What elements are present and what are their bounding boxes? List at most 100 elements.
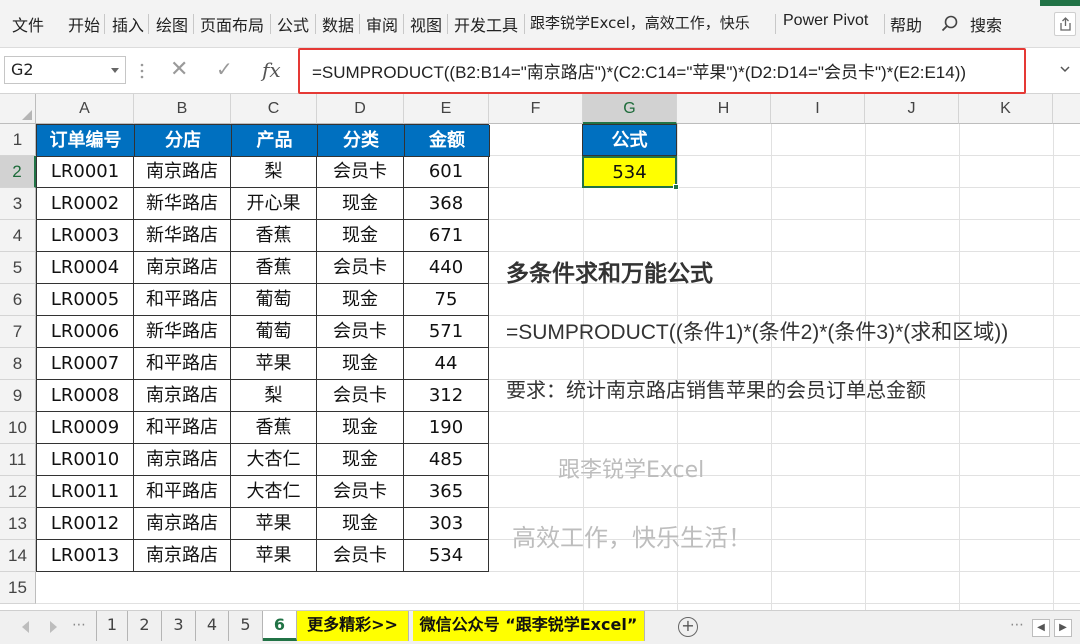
sheet-tab-2[interactable]: 2 <box>128 611 162 641</box>
formula-input[interactable]: =SUMPRODUCT((B2:B14="南京路店")*(C2:C14="苹果"… <box>312 58 966 83</box>
header-cell-order-id[interactable]: 订单编号 <box>37 125 135 157</box>
row-header-9[interactable]: 9 <box>0 380 36 412</box>
table-cell-amount[interactable]: 365 <box>404 476 489 508</box>
sheet-tab-more[interactable]: 更多精彩>> <box>297 611 409 641</box>
table-cell-amount[interactable]: 368 <box>404 188 489 220</box>
column-header-g[interactable]: G <box>583 94 677 124</box>
row-header-2[interactable]: 2 <box>0 156 36 188</box>
tab-power-pivot[interactable]: Power Pivot <box>783 12 868 30</box>
column-header-c[interactable]: C <box>231 94 317 124</box>
table-cell-order-id[interactable]: LR0005 <box>36 284 134 316</box>
tab-developer[interactable]: 开发工具 <box>454 12 518 36</box>
more-sheets-icon[interactable]: ⋯ <box>72 617 86 633</box>
column-header-d[interactable]: D <box>317 94 404 124</box>
table-cell-product[interactable]: 梨 <box>231 156 317 188</box>
table-cell-category[interactable]: 会员卡 <box>317 380 404 412</box>
table-cell-category[interactable]: 现金 <box>317 284 404 316</box>
select-all-corner[interactable] <box>0 94 36 124</box>
row-header-12[interactable]: 12 <box>0 476 36 508</box>
table-cell-order-id[interactable]: LR0007 <box>36 348 134 380</box>
table-cell-store[interactable]: 南京路店 <box>134 444 231 476</box>
worksheet-grid[interactable]: A B C D E F G H I J K 1 2 3 4 5 6 7 8 9 … <box>0 94 1080 610</box>
table-cell-amount[interactable]: 440 <box>404 252 489 284</box>
chevron-right-icon[interactable] <box>50 621 57 633</box>
table-cell-store[interactable]: 南京路店 <box>134 252 231 284</box>
table-cell-order-id[interactable]: LR0009 <box>36 412 134 444</box>
table-cell-store[interactable]: 南京路店 <box>134 156 231 188</box>
header-cell-product[interactable]: 产品 <box>232 125 318 157</box>
table-cell-store[interactable]: 和平路店 <box>134 284 231 316</box>
row-header-6[interactable]: 6 <box>0 284 36 316</box>
tab-review[interactable]: 审阅 <box>366 12 398 36</box>
table-cell-category[interactable]: 现金 <box>317 508 404 540</box>
row-header-3[interactable]: 3 <box>0 188 36 220</box>
table-cell-category[interactable]: 会员卡 <box>317 156 404 188</box>
column-header-k[interactable]: K <box>959 94 1053 124</box>
table-cell-order-id[interactable]: LR0004 <box>36 252 134 284</box>
table-cell-product[interactable]: 香蕉 <box>231 412 317 444</box>
table-cell-store[interactable]: 和平路店 <box>134 476 231 508</box>
tab-custom-addin[interactable]: 跟李锐学Excel，高效工作，快乐 <box>530 12 750 33</box>
header-cell-category[interactable]: 分类 <box>318 125 405 157</box>
table-cell-category[interactable]: 现金 <box>317 348 404 380</box>
table-cell-order-id[interactable]: LR0003 <box>36 220 134 252</box>
row-header-7[interactable]: 7 <box>0 316 36 348</box>
tab-draw[interactable]: 绘图 <box>156 12 188 36</box>
column-header-j[interactable]: J <box>865 94 959 124</box>
table-cell-amount[interactable]: 571 <box>404 316 489 348</box>
table-cell-amount[interactable]: 534 <box>404 540 489 572</box>
sheet-tab-4[interactable]: 4 <box>196 611 229 641</box>
table-cell-order-id[interactable]: LR0002 <box>36 188 134 220</box>
header-cell-amount[interactable]: 金额 <box>405 125 490 157</box>
table-cell-product[interactable]: 大杏仁 <box>231 476 317 508</box>
header-cell-store[interactable]: 分店 <box>135 125 232 157</box>
table-cell-order-id[interactable]: LR0011 <box>36 476 134 508</box>
table-cell-store[interactable]: 南京路店 <box>134 540 231 572</box>
tab-insert[interactable]: 插入 <box>112 12 144 36</box>
table-cell-product[interactable]: 葡萄 <box>231 316 317 348</box>
row-header-10[interactable]: 10 <box>0 412 36 444</box>
table-cell-product[interactable]: 大杏仁 <box>231 444 317 476</box>
tab-file[interactable]: 文件 <box>12 12 44 36</box>
table-cell-amount[interactable]: 485 <box>404 444 489 476</box>
column-header-i[interactable]: I <box>771 94 865 124</box>
table-cell-store[interactable]: 新华路店 <box>134 220 231 252</box>
table-cell-order-id[interactable]: LR0010 <box>36 444 134 476</box>
chevron-down-icon[interactable] <box>111 68 119 73</box>
search-label[interactable]: 搜索 <box>970 12 1002 36</box>
table-cell-category[interactable]: 会员卡 <box>317 476 404 508</box>
sheet-tab-wechat[interactable]: 微信公众号 “跟李锐学Excel” <box>413 611 645 641</box>
column-header-a[interactable]: A <box>36 94 134 124</box>
table-cell-amount[interactable]: 190 <box>404 412 489 444</box>
fill-handle[interactable] <box>673 184 679 190</box>
tab-view[interactable]: 视图 <box>410 12 442 36</box>
column-header-f[interactable]: F <box>489 94 583 124</box>
column-header-h[interactable]: H <box>677 94 771 124</box>
table-cell-category[interactable]: 现金 <box>317 220 404 252</box>
table-cell-category[interactable]: 会员卡 <box>317 540 404 572</box>
table-cell-store[interactable]: 南京路店 <box>134 380 231 412</box>
tab-data[interactable]: 数据 <box>322 12 354 36</box>
insert-function-button[interactable]: fx <box>262 58 281 82</box>
result-value-cell[interactable]: 534 <box>582 156 677 188</box>
table-cell-category[interactable]: 现金 <box>317 412 404 444</box>
table-cell-order-id[interactable]: LR0001 <box>36 156 134 188</box>
row-header-4[interactable]: 4 <box>0 220 36 252</box>
share-button[interactable] <box>1054 12 1076 36</box>
sheet-tab-5[interactable]: 5 <box>229 611 263 641</box>
table-cell-product[interactable]: 香蕉 <box>231 220 317 252</box>
table-cell-amount[interactable]: 671 <box>404 220 489 252</box>
table-cell-order-id[interactable]: LR0008 <box>36 380 134 412</box>
table-cell-store[interactable]: 和平路店 <box>134 348 231 380</box>
row-header-1[interactable]: 1 <box>0 124 36 156</box>
column-header-partial[interactable] <box>1053 94 1080 124</box>
table-cell-order-id[interactable]: LR0006 <box>36 316 134 348</box>
table-cell-amount[interactable]: 44 <box>404 348 489 380</box>
enter-icon[interactable]: ✓ <box>216 57 233 81</box>
result-header-cell[interactable]: 公式 <box>582 124 677 156</box>
table-cell-category[interactable]: 现金 <box>317 444 404 476</box>
name-box[interactable]: G2 <box>4 56 126 84</box>
table-cell-category[interactable]: 现金 <box>317 188 404 220</box>
table-cell-amount[interactable]: 303 <box>404 508 489 540</box>
row-header-5[interactable]: 5 <box>0 252 36 284</box>
